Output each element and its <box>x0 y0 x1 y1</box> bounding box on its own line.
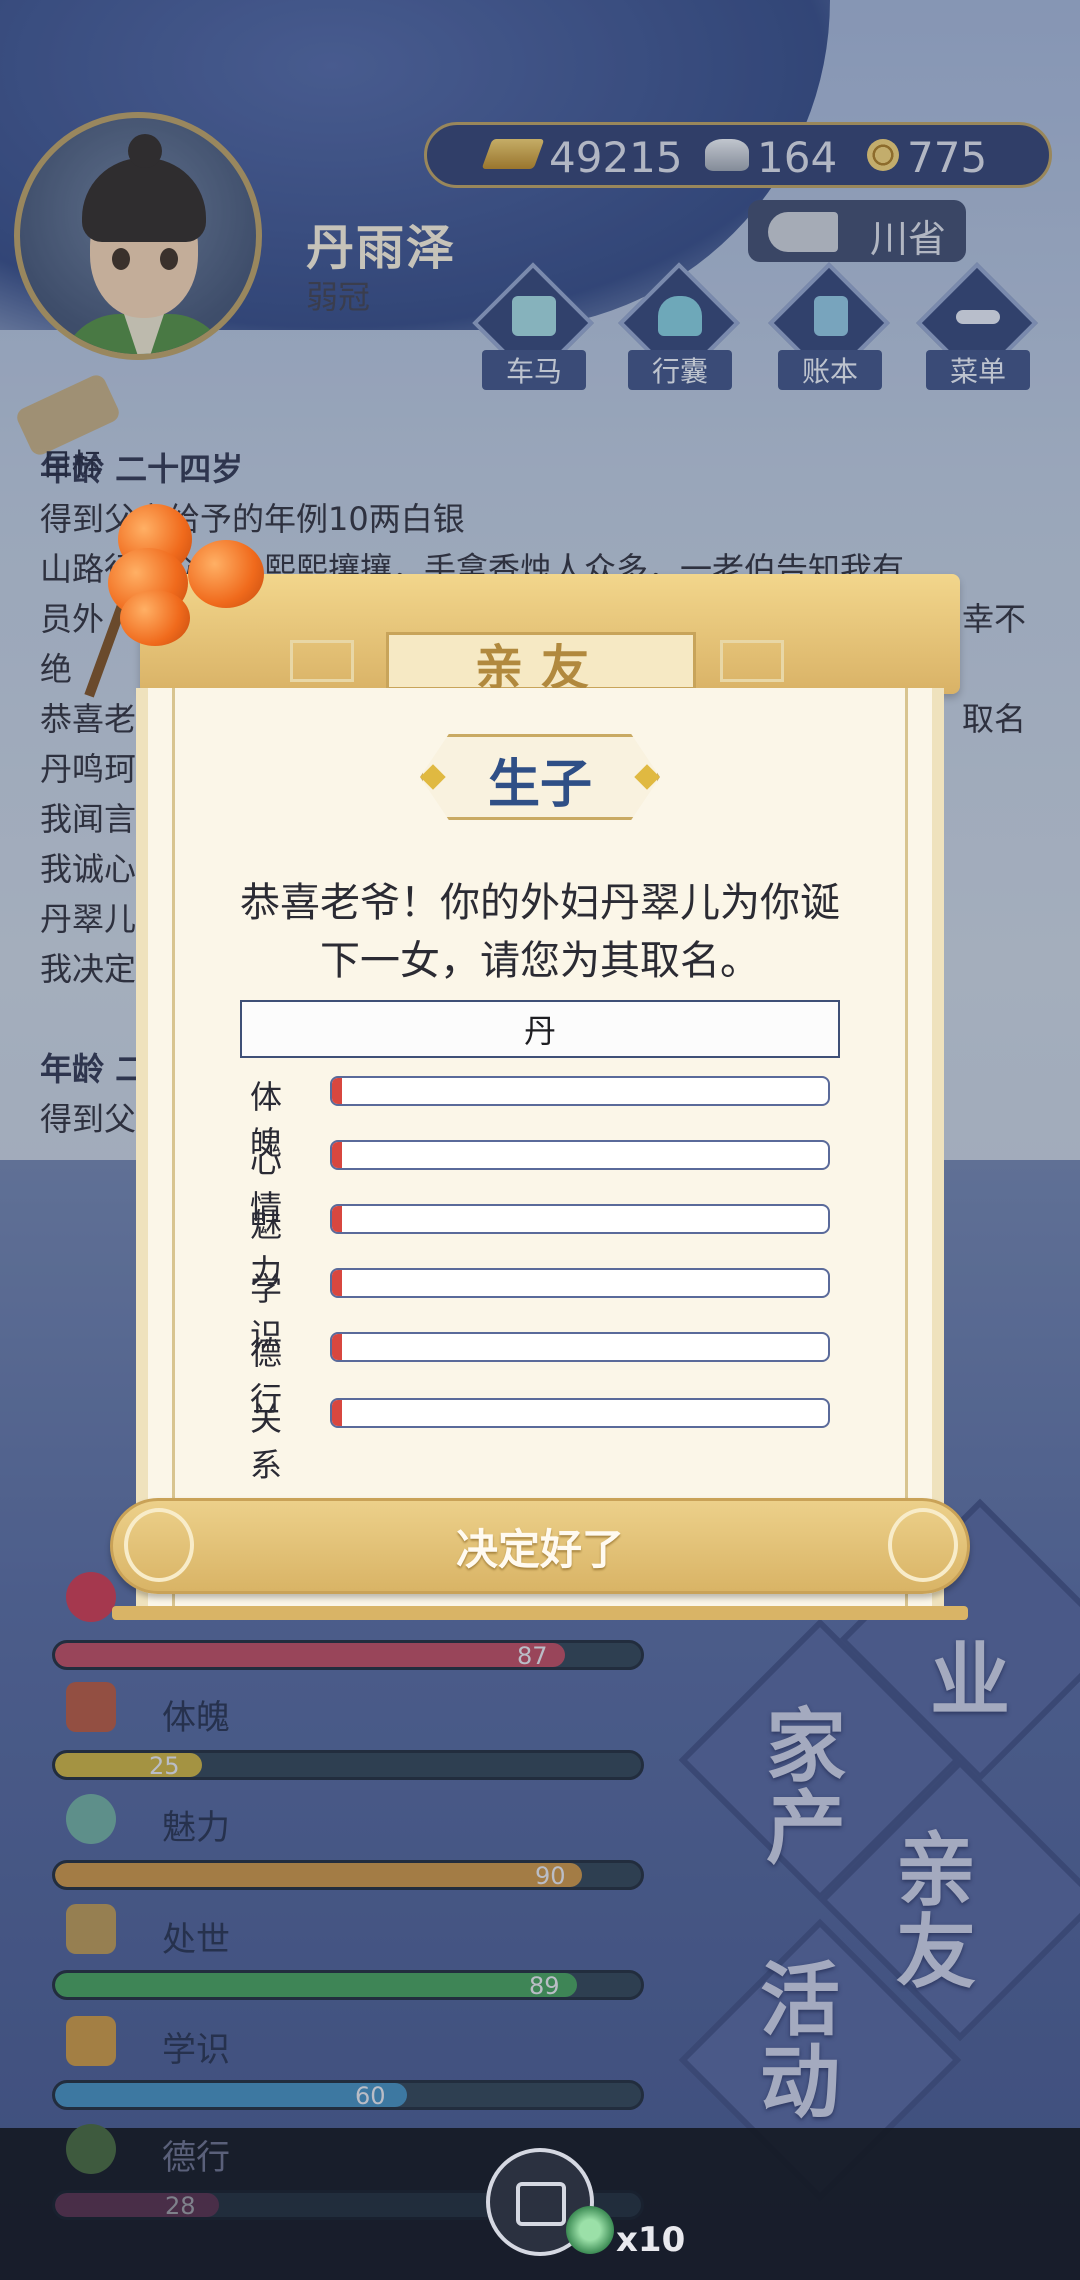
tanghulu-fruit <box>120 590 190 646</box>
attr-fill <box>332 1334 342 1360</box>
attr-label: 关系 <box>250 1400 283 1484</box>
attr-fill <box>332 1142 342 1168</box>
attr-bar <box>330 1204 830 1234</box>
stat-label: 德行 <box>162 2138 230 2178</box>
attr-bar <box>330 1076 830 1106</box>
attr-fill <box>332 1206 342 1232</box>
tanghulu-fruit <box>188 540 264 608</box>
event-title: 生子 <box>487 755 592 815</box>
modal-deco-right <box>720 640 784 682</box>
stat-value: 28 <box>165 2192 196 2220</box>
modal-base-rod <box>112 1606 968 1620</box>
attr-bar <box>330 1332 830 1362</box>
event-message: 恭喜老爷！你的外妇丹翠儿为你诞 下一女，请您为其取名。 <box>196 874 884 990</box>
attr-fill <box>332 1270 342 1296</box>
multiplier-count: x10 <box>616 2220 686 2260</box>
virtue-icon <box>66 2124 116 2174</box>
attr-bar <box>330 1140 830 1170</box>
modal-deco-left <box>290 640 354 682</box>
attr-fill <box>332 1400 342 1426</box>
event-message-line: 恭喜老爷！你的外妇丹翠儿为你诞 <box>240 880 840 926</box>
jade-icon <box>566 2206 614 2254</box>
attr-fill <box>332 1078 342 1104</box>
confirm-button-label[interactable]: 决定好了 <box>110 1516 970 1577</box>
child-name-input[interactable] <box>240 1000 840 1058</box>
attr-bar <box>330 1398 830 1428</box>
event-message-line: 下一女，请您为其取名。 <box>320 938 760 984</box>
attr-bar <box>330 1268 830 1298</box>
share-icon <box>516 2182 566 2226</box>
